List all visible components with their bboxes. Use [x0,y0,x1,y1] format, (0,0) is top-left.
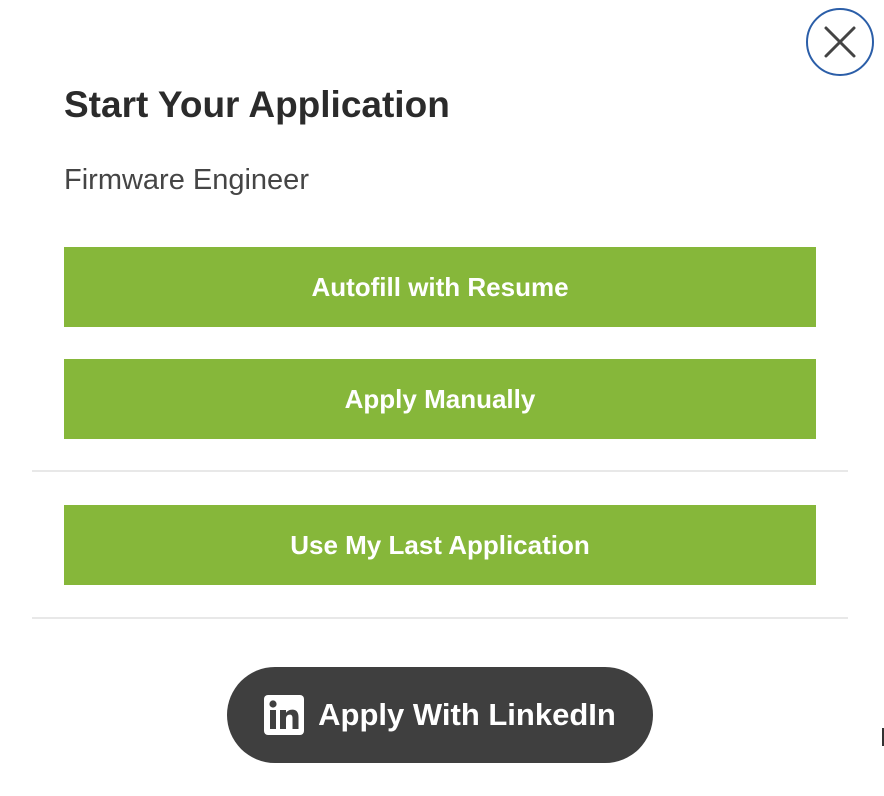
divider [32,617,848,619]
apply-linkedin-button[interactable]: Apply With LinkedIn [227,667,653,763]
apply-manually-button[interactable]: Apply Manually [64,359,816,439]
job-title: Firmware Engineer [64,164,309,196]
linkedin-icon [264,695,305,735]
close-button[interactable] [806,8,874,76]
modal-title: Start Your Application [64,84,450,125]
divider [32,470,848,472]
autofill-resume-button[interactable]: Autofill with Resume [64,247,816,327]
linkedin-button-label: Apply With LinkedIn [318,697,616,732]
apply-modal: Start Your Application Firmware Engineer… [0,0,884,796]
close-icon [824,26,856,58]
use-last-application-button[interactable]: Use My Last Application [64,505,816,585]
